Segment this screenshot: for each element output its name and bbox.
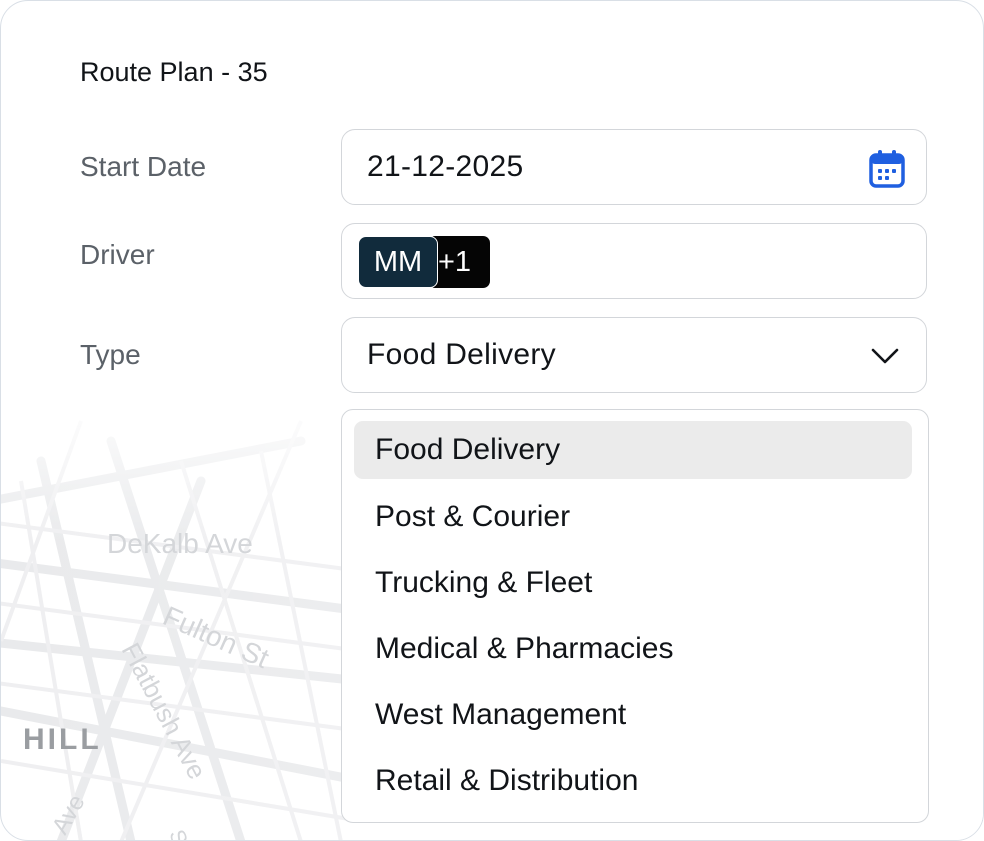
- driver-field[interactable]: +1 MM: [341, 223, 927, 299]
- driver-overflow-count: +1: [438, 246, 472, 278]
- type-select[interactable]: Food Delivery: [341, 317, 927, 393]
- route-plan-card: DeKalb Ave Fulton St Flatbush Ave Ave S …: [0, 0, 984, 841]
- map-label-dekalb: DeKalb Ave: [107, 528, 253, 559]
- type-option-retail-distribution[interactable]: Retail & Distribution: [354, 752, 912, 810]
- driver-avatar-chip[interactable]: MM: [358, 236, 438, 288]
- type-option-medical-pharmacies[interactable]: Medical & Pharmacies: [354, 620, 912, 678]
- type-option-food-delivery[interactable]: Food Delivery: [354, 421, 912, 479]
- type-option-trucking-fleet[interactable]: Trucking & Fleet: [354, 554, 912, 612]
- start-date-value: 21-12-2025: [367, 150, 524, 183]
- type-option-west-management[interactable]: West Management: [354, 686, 912, 744]
- start-date-label: Start Date: [80, 151, 207, 182]
- chevron-down-icon[interactable]: [870, 346, 900, 366]
- start-date-field[interactable]: 21-12-2025: [341, 129, 927, 205]
- driver-label: Driver: [80, 239, 155, 270]
- type-label: Type: [80, 339, 141, 370]
- map-label-hill: HILL: [23, 723, 102, 756]
- type-option-post-courier[interactable]: Post & Courier: [354, 488, 912, 546]
- type-selected-value: Food Delivery: [367, 338, 556, 371]
- page-title: Route Plan - 35: [80, 57, 268, 87]
- calendar-icon[interactable]: [868, 149, 906, 189]
- type-dropdown-menu: Food Delivery Post & Courier Trucking & …: [341, 409, 929, 823]
